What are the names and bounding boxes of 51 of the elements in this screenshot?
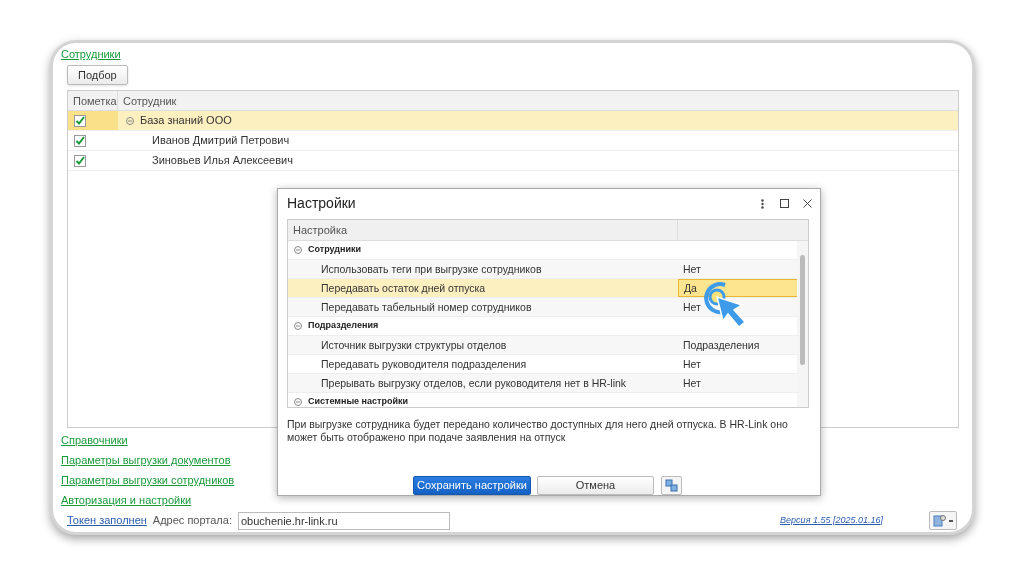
nav-link[interactable]: Параметры выгрузки документов [61,453,231,467]
version-link[interactable]: Версия 1.55 [2025.01.16] [780,513,883,528]
section-link[interactable]: Сотрудники [61,47,121,61]
save-button[interactable]: Сохранить настройки [413,476,531,495]
cancel-button[interactable]: Отмена [537,476,654,495]
table-row[interactable]: Иванов Дмитрий Петрович [68,131,958,151]
setting-value[interactable]: Нет [678,373,798,392]
employee-name: Иванов Дмитрий Петрович [152,133,290,149]
setting-label: Передавать остаток дней отпуска [321,281,486,294]
setting-value[interactable]: Нет [678,259,798,278]
column-header: Сотрудник [122,94,178,109]
setting-label: Передавать руководителя подразделения [321,357,527,370]
maximize-icon[interactable] [780,199,789,209]
dialog-title: Настройки [287,194,356,214]
close-icon[interactable] [803,199,812,209]
setting-label: Прерывать выгрузку отделов, если руководителя нет в HR-link [321,376,627,389]
caret-icon [949,519,953,522]
column-header: Настройка [288,219,678,240]
group-title: Системные настройки [308,394,409,407]
collapse-icon[interactable] [126,116,134,125]
help-menu-button[interactable] [929,511,957,530]
more-icon[interactable] [761,198,764,209]
group-title: Подразделения [308,318,379,332]
collapse-icon[interactable] [294,321,302,330]
nav-link[interactable]: Параметры выгрузки сотрудников [61,473,235,487]
group-title: Сотрудники [308,242,362,256]
checkbox[interactable] [74,134,86,147]
setting-label: Передавать табельный номер сотрудников [321,300,532,313]
table-row[interactable]: Зиновьев Илья Алексеевич [68,151,958,171]
nav-link[interactable]: Справочники [61,433,128,447]
pick-button[interactable]: Подбор [67,65,128,85]
document-icon [933,514,946,527]
token-link[interactable]: Токен заполнен [67,512,147,529]
address-label: Адрес портала: [152,513,232,529]
description-text: При выгрузке сотрудника будет передано количество доступных для него дней отпуска. В HR-Link оно может быть отображено при подаче заявления на отпуск [287,418,789,444]
tool-button[interactable] [661,476,682,495]
nav-link[interactable]: Авторизация и настройки [61,493,192,507]
setting-label: Источник выгрузки структуры отделов [321,338,507,351]
column-header: Пометка [68,91,118,110]
checkbox[interactable] [74,154,86,167]
address-field[interactable]: obuchenie.hr-link.ru [237,511,450,530]
employee-name: База знаний ООО [140,113,232,129]
windows-icon [665,479,678,492]
setting-label: Использовать теги при выгрузке сотрудников [321,262,542,275]
checkbox[interactable] [74,114,86,127]
setting-value[interactable]: Нет [678,297,798,316]
setting-value[interactable]: Подразделения [678,335,798,354]
collapse-icon[interactable] [294,245,302,254]
collapse-icon[interactable] [294,397,302,406]
setting-value[interactable]: Нет [678,354,798,373]
employee-name: Зиновьев Илья Алексеевич [152,153,293,169]
